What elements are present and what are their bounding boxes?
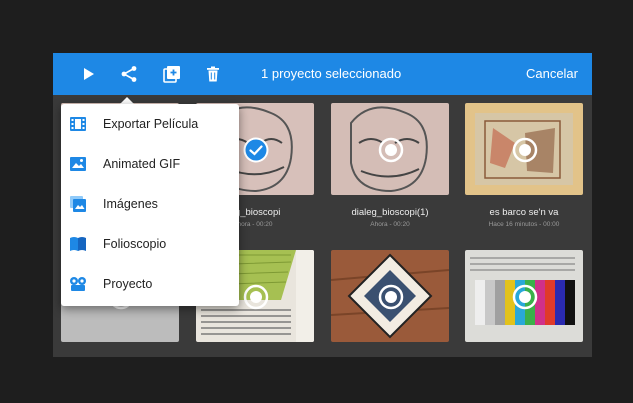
cancel-button[interactable]: Cancelar: [526, 53, 578, 95]
select-circle-icon[interactable]: [512, 137, 538, 163]
project-name: dialeg_bioscopi(1): [351, 207, 429, 218]
select-circle-icon[interactable]: [243, 284, 269, 310]
project-name: es barco se'n va: [489, 207, 559, 218]
select-circle-icon[interactable]: [378, 137, 404, 163]
book-icon: [70, 237, 86, 251]
share-icon[interactable]: [117, 62, 141, 86]
share-menu: Exportar Película Animated GIF Imágenes …: [61, 104, 239, 306]
project-meta: Ahora - 00:20: [370, 221, 410, 228]
project-icon: [70, 277, 86, 291]
project-thumbnail: [465, 103, 583, 195]
play-icon[interactable]: [77, 62, 101, 86]
menu-item-animated-gif[interactable]: Animated GIF: [61, 146, 239, 182]
menu-item-flipbook[interactable]: Folioscopio: [61, 226, 239, 262]
project-thumbnail: [331, 250, 449, 342]
trash-icon[interactable]: [201, 62, 225, 86]
select-circle-icon[interactable]: [378, 284, 404, 310]
menu-item-label: Proyecto: [103, 277, 153, 291]
project-meta: Hace 16 minutos - 00:00: [488, 221, 560, 228]
share-menu-pointer: [120, 97, 134, 104]
images-icon: [70, 196, 86, 212]
selection-count-title: 1 proyecto seleccionado: [261, 66, 402, 81]
selection-toolbar: 1 proyecto seleccionado Cancelar: [53, 53, 592, 95]
image-icon: [70, 157, 86, 171]
select-circle-icon[interactable]: [512, 284, 538, 310]
menu-item-export-movie[interactable]: Exportar Película: [61, 106, 239, 142]
project-thumbnail: [331, 103, 449, 195]
film-icon: [70, 117, 86, 131]
menu-item-label: Animated GIF: [103, 157, 181, 171]
menu-item-project[interactable]: Proyecto: [61, 266, 239, 302]
menu-item-images[interactable]: Imágenes: [61, 186, 239, 222]
check-selected-icon[interactable]: [243, 137, 269, 163]
menu-item-label: Imágenes: [103, 197, 158, 211]
duplicate-icon[interactable]: [160, 62, 184, 86]
menu-item-label: Folioscopio: [103, 237, 167, 251]
menu-item-label: Exportar Película: [103, 117, 199, 131]
project-thumbnail: [465, 250, 583, 342]
